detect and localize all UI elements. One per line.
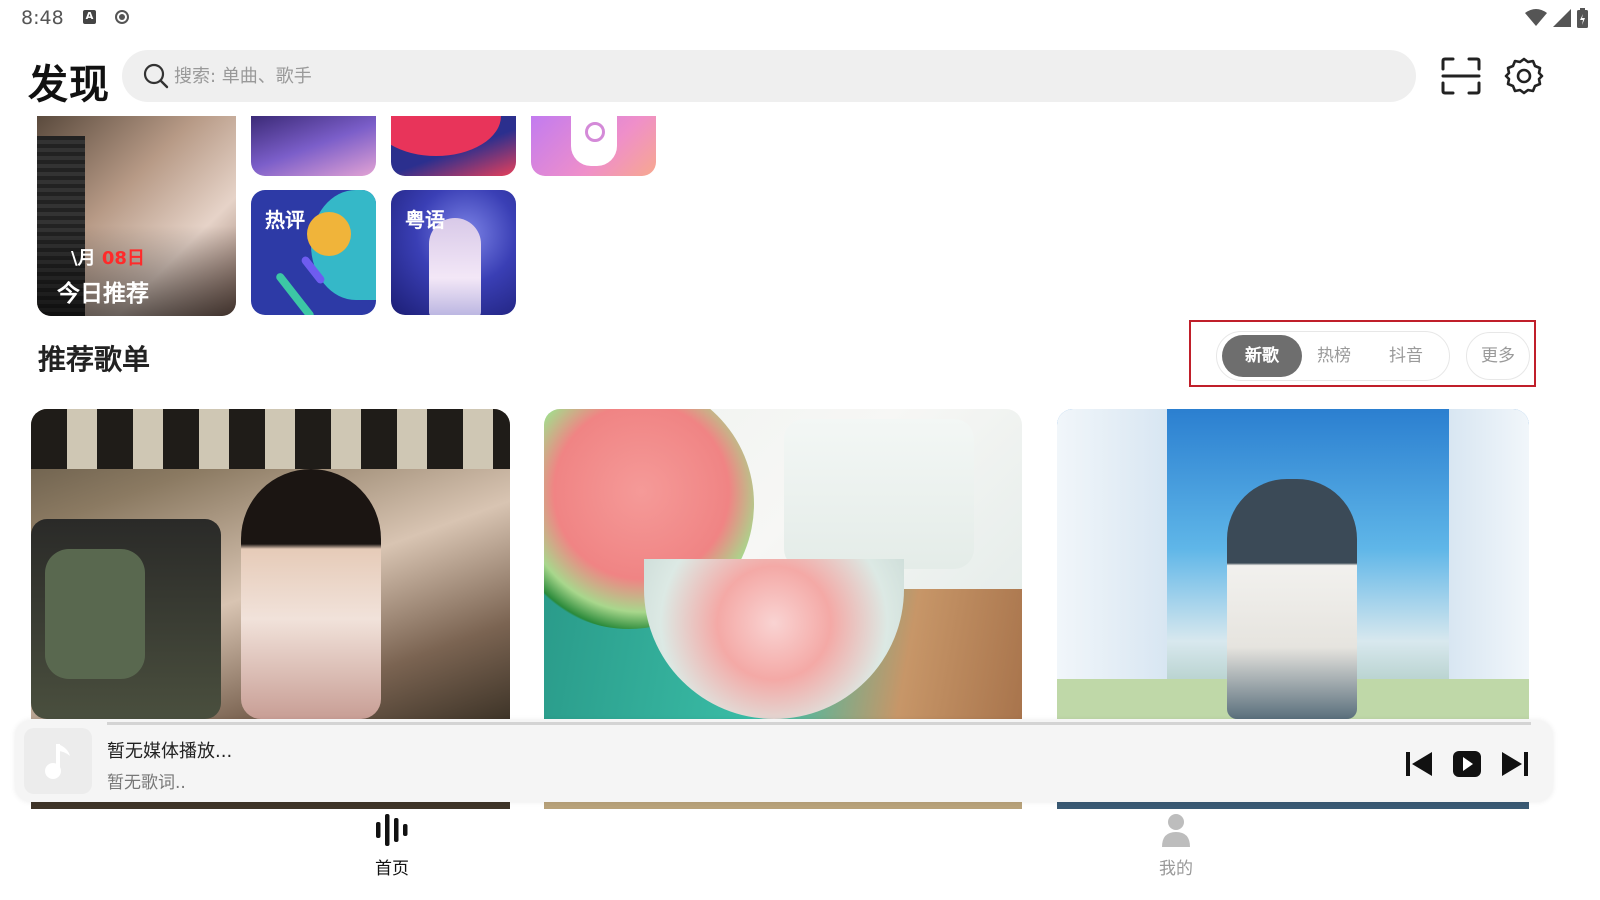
search-input[interactable] — [174, 50, 1374, 102]
category-tile-cantonese[interactable]: 粤语 — [391, 190, 516, 315]
status-bar: 8:48 A — [0, 0, 1600, 36]
daily-date: \月 08日 — [71, 248, 145, 269]
play-icon[interactable] — [1451, 748, 1483, 780]
search-bar[interactable] — [122, 50, 1416, 102]
tab-hot-chart[interactable]: 热榜 — [1300, 335, 1368, 377]
person-icon — [1162, 814, 1190, 847]
page-title: 发现 — [28, 62, 110, 108]
album-cover[interactable] — [24, 728, 92, 794]
category-tile-podcast[interactable] — [531, 116, 656, 176]
wifi-icon — [1525, 9, 1547, 26]
category-tile-hot-comments[interactable]: 热评 — [251, 190, 376, 315]
song-lyric: 暂无歌词.. — [107, 773, 186, 793]
status-icons — [1525, 8, 1588, 28]
music-note-icon — [45, 744, 70, 779]
playlist-card[interactable] — [1057, 409, 1529, 719]
daily-recommend-tile[interactable]: \月 08日 今日推荐 — [37, 116, 236, 316]
a-notification-icon: A — [83, 10, 96, 24]
nav-mine[interactable]: 我的 — [1136, 812, 1216, 882]
category-tile-vinyl[interactable] — [251, 116, 376, 176]
tab-new-songs[interactable]: 新歌 — [1222, 335, 1302, 377]
signal-icon — [1553, 9, 1571, 27]
mini-player[interactable] — [15, 720, 1553, 802]
more-button[interactable]: 更多 — [1466, 332, 1530, 380]
daily-title: 今日推荐 — [57, 281, 149, 307]
playlist-card[interactable] — [544, 409, 1022, 719]
previous-icon[interactable] — [1403, 748, 1435, 780]
category-tile-abstract[interactable] — [391, 116, 516, 176]
search-icon — [143, 63, 169, 89]
nav-label-mine: 我的 — [1159, 859, 1193, 879]
tab-douyin[interactable]: 抖音 — [1372, 335, 1440, 377]
playlist-card[interactable] — [31, 409, 510, 719]
tile-label-hot: 热评 — [265, 208, 305, 232]
scan-icon[interactable] — [1441, 57, 1481, 95]
podcast-icon — [571, 116, 617, 166]
nav-home[interactable]: 首页 — [352, 812, 432, 882]
status-time: 8:48 — [21, 7, 64, 29]
progress-bar[interactable] — [107, 722, 1531, 725]
next-icon[interactable] — [1499, 748, 1531, 780]
tile-label-cantonese: 粤语 — [405, 208, 445, 232]
battery-icon — [1577, 8, 1588, 28]
nav-label-home: 首页 — [375, 859, 409, 879]
recording-icon — [115, 10, 129, 24]
section-title: 推荐歌单 — [38, 343, 151, 376]
equalizer-icon — [376, 814, 408, 846]
song-title: 暂无媒体播放... — [107, 741, 233, 762]
settings-icon[interactable] — [1504, 56, 1544, 96]
